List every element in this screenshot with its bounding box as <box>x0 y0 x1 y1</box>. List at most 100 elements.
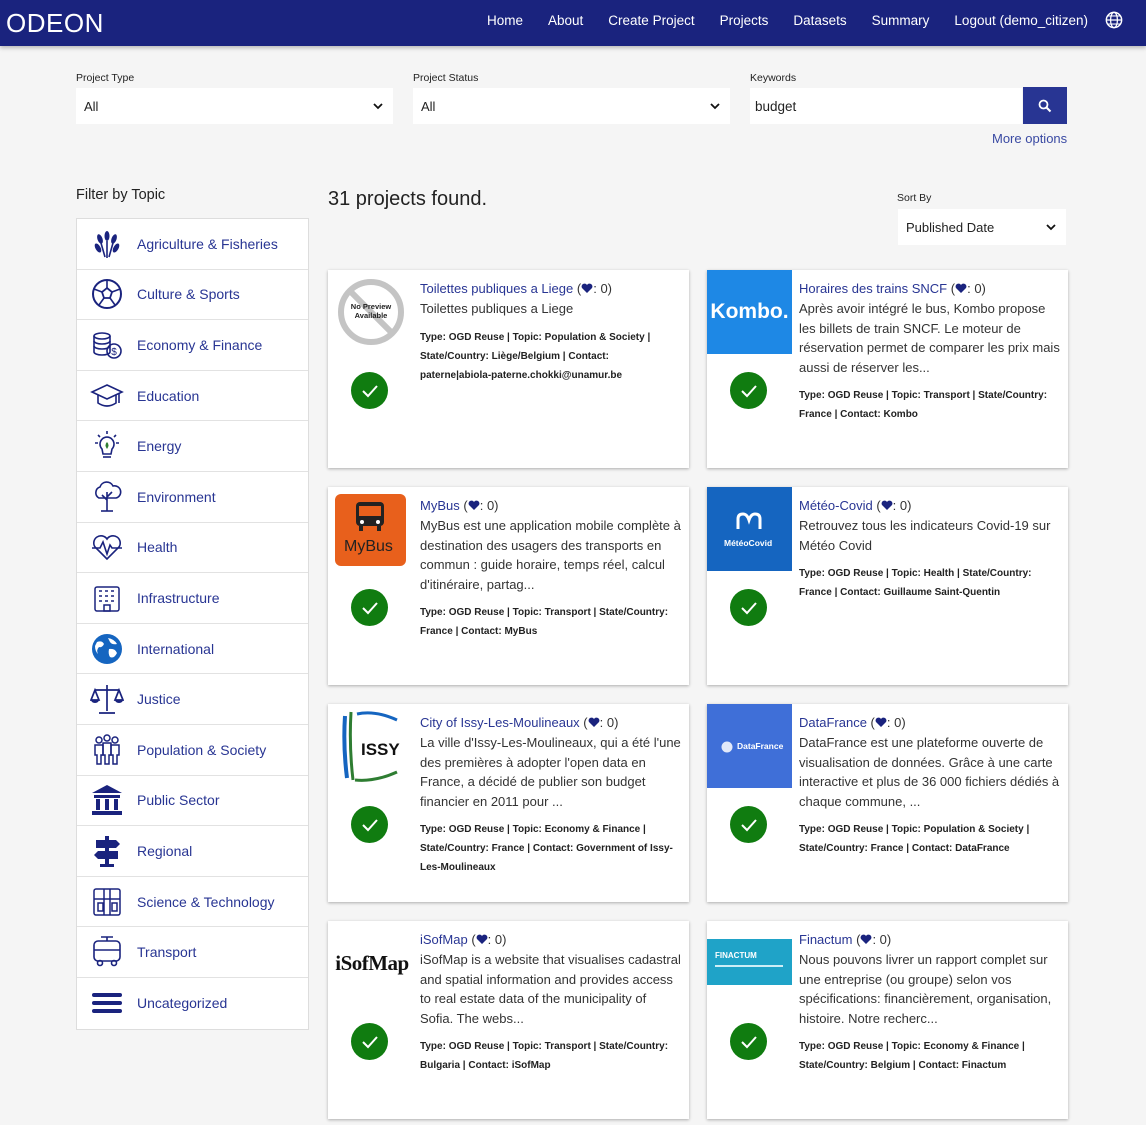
project-title[interactable]: DataFrance <box>799 715 867 730</box>
search-button[interactable] <box>1023 87 1067 124</box>
topic-culture-sports[interactable]: Culture & Sports <box>77 270 308 321</box>
heart-icon[interactable] <box>468 500 480 511</box>
topic-environment[interactable]: Environment <box>77 472 308 523</box>
topic-public-sector[interactable]: Public Sector <box>77 776 308 827</box>
topic-label: Agriculture & Fisheries <box>137 235 278 252</box>
likes-count: 0 <box>894 715 902 730</box>
project-title[interactable]: Horaires des trains SNCF <box>799 281 947 296</box>
topic-science-technology[interactable]: Science & Technology <box>77 877 308 928</box>
topic-education[interactable]: Education <box>77 371 308 422</box>
sort-by-value: Published Date <box>906 219 995 235</box>
topic-label: Health <box>137 539 178 556</box>
project-title[interactable]: iSofMap <box>420 932 468 947</box>
project-type-select[interactable]: All <box>76 88 393 124</box>
kombo-logo-text: Kombo. <box>710 300 789 323</box>
check-icon <box>730 1023 767 1060</box>
likes-count: 0 <box>974 281 982 296</box>
project-title[interactable]: Météo-Covid <box>799 498 873 513</box>
heart-icon[interactable] <box>860 934 872 945</box>
topic-uncategorized[interactable]: Uncategorized <box>77 978 308 1029</box>
project-card[interactable]: ISSY City of Issy-Les-Moulineaux (: 0) L… <box>328 704 689 902</box>
nav-summary[interactable]: Summary <box>872 13 930 28</box>
finactum-tagline-bar <box>715 965 783 967</box>
check-icon <box>351 589 388 626</box>
project-card[interactable]: No Preview Available Toilettes publiques… <box>328 270 689 468</box>
heartbeat-icon <box>90 530 124 564</box>
nav-projects[interactable]: Projects <box>720 13 769 28</box>
sort-by-select[interactable]: Published Date <box>898 209 1066 245</box>
menu-lines-icon <box>90 986 124 1020</box>
project-title[interactable]: City of Issy-Les-Moulineaux <box>420 715 580 730</box>
lightbulb-icon <box>90 429 124 463</box>
nav-logout[interactable]: Logout (demo_citizen) <box>954 13 1088 28</box>
heart-icon[interactable] <box>955 283 967 294</box>
project-description: Nous pouvons livrer un rapport complet s… <box>799 952 1052 1026</box>
heart-icon[interactable] <box>875 717 887 728</box>
heart-icon[interactable] <box>581 283 593 294</box>
search-icon <box>1038 99 1052 112</box>
topic-energy[interactable]: Energy <box>77 421 308 472</box>
project-card[interactable]: Kombo. Horaires des trains SNCF (: 0) Ap… <box>707 270 1068 468</box>
sort-by-label: Sort By <box>897 192 932 204</box>
project-title[interactable]: Finactum <box>799 932 852 947</box>
heart-icon[interactable] <box>881 500 893 511</box>
project-card[interactable]: MyBus MyBus (: 0) MyBus est une applicat… <box>328 487 689 685</box>
coins-icon: $ <box>90 328 124 362</box>
project-meta: Type: OGD Reuse | Topic: Health | State/… <box>799 568 1032 598</box>
topic-health[interactable]: Health <box>77 523 308 574</box>
project-thumbnail: FINACTUM <box>707 939 792 985</box>
wheat-icon <box>90 227 124 261</box>
project-meta: Type: OGD Reuse | Topic: Transport | Sta… <box>420 1041 669 1071</box>
project-description: La ville d'Issy-Les-Moulineaux, qui a ét… <box>420 735 681 809</box>
brand-logo[interactable]: ODEON <box>6 8 104 39</box>
keywords-input[interactable] <box>750 88 1022 124</box>
topic-agriculture[interactable]: Agriculture & Fisheries <box>77 219 308 270</box>
project-card[interactable]: FINACTUM Finactum (: 0) Nous pouvons liv… <box>707 921 1068 1119</box>
topic-economy-finance[interactable]: $ Economy & Finance <box>77 320 308 371</box>
topic-justice[interactable]: Justice <box>77 674 308 725</box>
check-icon <box>730 806 767 843</box>
scales-icon <box>90 682 124 716</box>
project-meta: Type: OGD Reuse | Topic: Transport | Sta… <box>799 390 1048 420</box>
project-card[interactable]: DataFrance DataFrance (: 0) DataFrance e… <box>707 704 1068 902</box>
project-card[interactable]: iSofMap iSofMap (: 0) iSofMap is a websi… <box>328 921 689 1119</box>
topic-infrastructure[interactable]: Infrastructure <box>77 573 308 624</box>
project-description: DataFrance est une plateforme ouverte de… <box>799 735 1060 809</box>
government-building-icon <box>90 783 124 817</box>
topic-label: Uncategorized <box>137 995 228 1012</box>
project-thumbnail: Kombo. <box>707 270 792 354</box>
nav-home[interactable]: Home <box>487 13 523 28</box>
topic-list: Agriculture & Fisheries Culture & Sports… <box>76 218 309 1030</box>
globe-icon[interactable] <box>1105 11 1123 29</box>
topic-label: Education <box>137 387 200 404</box>
no-preview-text: No Preview Available <box>350 302 392 320</box>
nav-create-project[interactable]: Create Project <box>608 13 694 28</box>
nav-about[interactable]: About <box>548 13 583 28</box>
topic-label: Transport <box>137 944 197 961</box>
project-type-value: All <box>84 98 99 114</box>
project-title[interactable]: MyBus <box>420 498 460 513</box>
topic-international[interactable]: International <box>77 624 308 675</box>
project-description: Retrouvez tous les indicateurs Covid-19 … <box>799 518 1051 553</box>
project-card[interactable]: MétéoCovid Météo-Covid (: 0) Retrouvez t… <box>707 487 1068 685</box>
issy-logo-text: ISSY <box>361 740 400 759</box>
topic-regional[interactable]: Regional <box>77 826 308 877</box>
project-meta: Type: OGD Reuse | Topic: Population & So… <box>420 331 651 381</box>
nav-datasets[interactable]: Datasets <box>793 13 846 28</box>
likes-count: 0 <box>600 281 608 296</box>
nav-links: Home About Create Project Projects Datas… <box>487 0 1113 40</box>
topic-transport[interactable]: Transport <box>77 927 308 978</box>
svg-text:$: $ <box>111 347 117 358</box>
topic-population-society[interactable]: Population & Society <box>77 725 308 776</box>
topic-label: Regional <box>137 842 193 859</box>
chevron-down-icon <box>373 103 383 110</box>
isofmap-logo-text: iSofMap <box>335 950 409 975</box>
keywords-label: Keywords <box>750 72 797 84</box>
project-title[interactable]: Toilettes publiques a Liege <box>420 281 573 296</box>
globe-icon <box>90 632 124 666</box>
more-options-link[interactable]: More options <box>992 131 1067 146</box>
check-icon <box>351 806 388 843</box>
heart-icon[interactable] <box>476 934 488 945</box>
heart-icon[interactable] <box>588 717 600 728</box>
project-status-select[interactable]: All <box>413 88 730 124</box>
